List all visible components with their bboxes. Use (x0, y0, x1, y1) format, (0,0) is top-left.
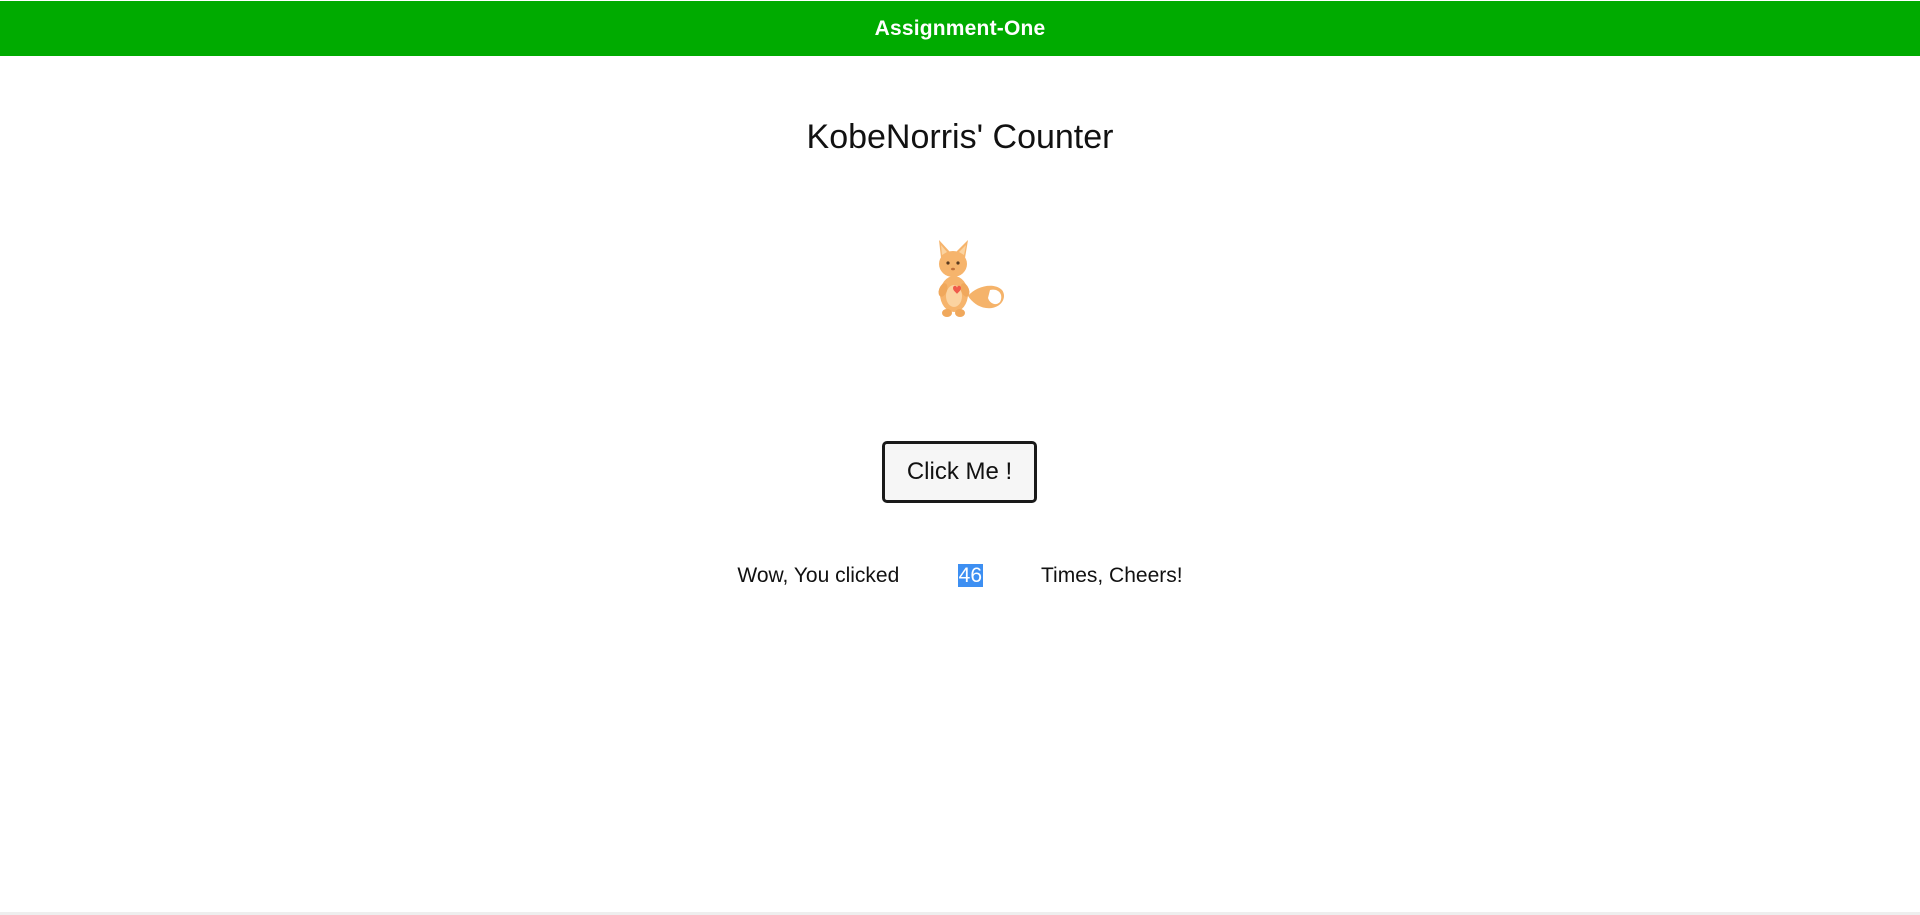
counter-suffix: Times, Cheers! (1040, 564, 1183, 587)
app-header: Assignment-One (0, 1, 1920, 56)
counter-prefix: Wow, You clicked (737, 564, 900, 587)
page-title: KobeNorris' Counter (806, 118, 1114, 156)
counter-value: 46 (957, 564, 984, 587)
app-title: Assignment-One (874, 16, 1046, 40)
click-counter: Wow, You clicked 46 Times, Cheers! (0, 564, 1920, 588)
click-me-button[interactable]: Click Me ! (882, 441, 1037, 503)
fox-mascot-icon (938, 240, 1005, 317)
